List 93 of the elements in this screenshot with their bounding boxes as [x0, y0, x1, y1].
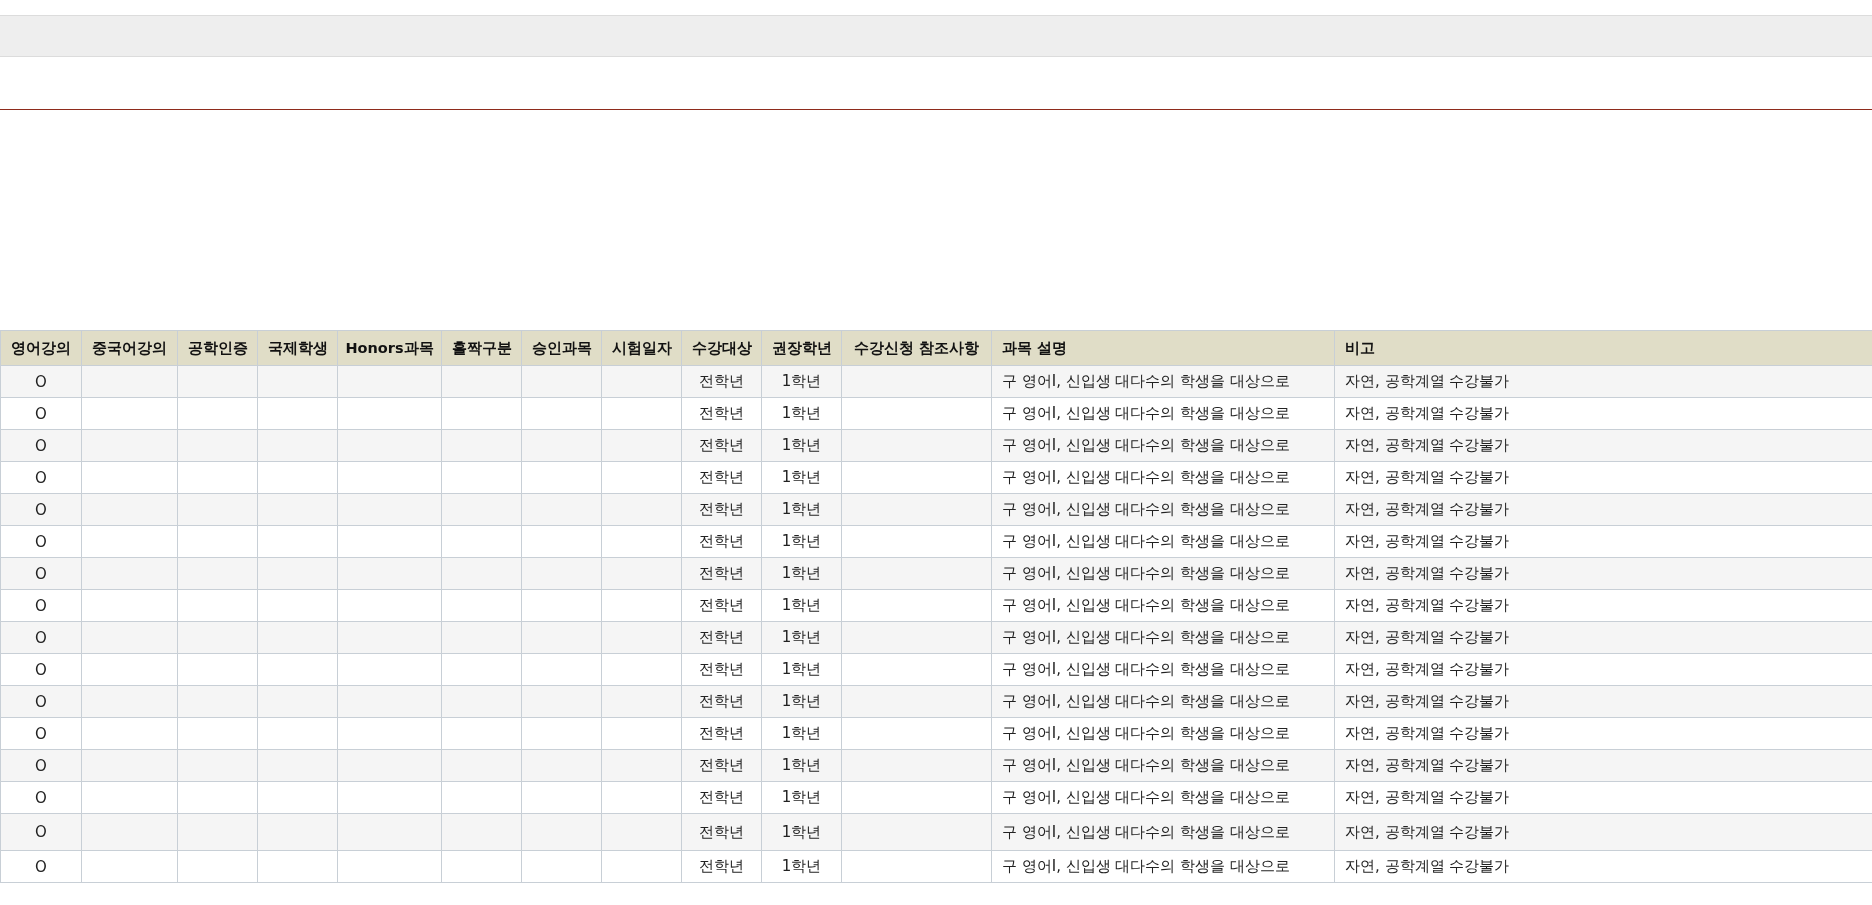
- table-cell: 구 영어I, 신입생 대다수의 학생을 대상으로: [1002, 468, 1291, 486]
- table-cell: 전학년: [699, 822, 744, 841]
- table-cell: 구 영어I, 신입생 대다수의 학생을 대상으로: [1002, 788, 1291, 806]
- table-cell: 자연, 공학계열 수강불가: [1345, 822, 1510, 841]
- table-cell: O: [35, 628, 47, 647]
- table-cell: 전학년: [699, 660, 744, 678]
- table-cell: 1학년: [781, 436, 822, 454]
- table-cell: 자연, 공학계열 수강불가: [1345, 628, 1510, 646]
- column-header: 홀짝구분: [441, 330, 522, 366]
- table-cell: O: [35, 788, 47, 807]
- table-cell: O: [35, 756, 47, 775]
- table-cell: 1학년: [781, 692, 822, 710]
- table-cell: 구 영어I, 신입생 대다수의 학생을 대상으로: [1002, 372, 1291, 390]
- table-cell: O: [35, 823, 47, 841]
- table-cell: 구 영어I, 신입생 대다수의 학생을 대상으로: [1002, 500, 1291, 518]
- table-cell: 1학년: [781, 756, 822, 774]
- table-cell: 전학년: [699, 468, 744, 486]
- table-cell: 자연, 공학계열 수강불가: [1345, 596, 1510, 614]
- table-cell: 자연, 공학계열 수강불가: [1345, 436, 1510, 454]
- table-cell: O: [35, 468, 47, 487]
- table-cell: 1학년: [781, 372, 822, 390]
- table-cell: 전학년: [699, 372, 744, 390]
- table-cell: 1학년: [781, 500, 822, 518]
- table-cell: 전학년: [699, 692, 744, 710]
- table-cell: 구 영어I, 신입생 대다수의 학생을 대상으로: [1002, 436, 1291, 454]
- table-cell: O: [35, 500, 47, 519]
- table-cell: 구 영어I, 신입생 대다수의 학생을 대상으로: [1002, 404, 1291, 422]
- table-cell: 자연, 공학계열 수강불가: [1345, 692, 1510, 710]
- column-header: 시험일자: [601, 330, 682, 366]
- column-header: 비고: [1334, 330, 1872, 366]
- column-header: 과목 설명: [991, 330, 1335, 366]
- table-cell: 전학년: [699, 788, 744, 806]
- table-cell: 자연, 공학계열 수강불가: [1345, 788, 1510, 806]
- table-cell: 1학년: [781, 857, 822, 875]
- column-header: 공학인증: [177, 330, 258, 366]
- column-header: 중국어강의: [81, 330, 178, 366]
- table-cell: 1학년: [781, 532, 822, 550]
- column-header: 국제학생: [257, 330, 338, 366]
- table-cell: 구 영어I, 신입생 대다수의 학생을 대상으로: [1002, 857, 1291, 875]
- table-cell: 자연, 공학계열 수강불가: [1345, 372, 1510, 390]
- table-cell: 전학년: [699, 756, 744, 774]
- table-cell: 1학년: [781, 628, 822, 646]
- table-cell: 자연, 공학계열 수강불가: [1345, 857, 1510, 875]
- table-cell: O: [35, 596, 47, 615]
- table-cell: O: [35, 857, 47, 876]
- table-cell: 구 영어I, 신입생 대다수의 학생을 대상으로: [1002, 692, 1291, 710]
- column-header: 권장학년: [761, 330, 842, 366]
- table-cell: O: [35, 532, 47, 551]
- table-cell: 자연, 공학계열 수강불가: [1345, 756, 1510, 774]
- table-cell: O: [35, 436, 47, 455]
- table-cell: 자연, 공학계열 수강불가: [1345, 660, 1510, 678]
- column-header: 승인과목: [521, 330, 602, 366]
- table-cell: 1학년: [781, 564, 822, 582]
- table-cell: O: [35, 724, 47, 743]
- table-cell: 구 영어I, 신입생 대다수의 학생을 대상으로: [1002, 564, 1291, 582]
- table-cell: 전학년: [699, 532, 744, 550]
- table-cell: 자연, 공학계열 수강불가: [1345, 500, 1510, 518]
- table-cell: O: [35, 372, 47, 391]
- table-cell: 전학년: [699, 404, 744, 422]
- table-cell: 1학년: [781, 822, 822, 841]
- table-cell: O: [35, 404, 47, 423]
- table-cell: 1학년: [781, 468, 822, 486]
- table-cell: 1학년: [781, 660, 822, 678]
- table-cell: 1학년: [781, 724, 822, 742]
- column-header: 수강대상: [681, 330, 762, 366]
- table-cell: 구 영어I, 신입생 대다수의 학생을 대상으로: [1002, 596, 1291, 614]
- table-cell: 전학년: [699, 436, 744, 454]
- table-cell: 전학년: [699, 500, 744, 518]
- table-cell: 구 영어I, 신입생 대다수의 학생을 대상으로: [1002, 822, 1291, 841]
- table-cell: 구 영어I, 신입생 대다수의 학생을 대상으로: [1002, 660, 1291, 678]
- table-cell: 자연, 공학계열 수강불가: [1345, 404, 1510, 422]
- table-cell: 자연, 공학계열 수강불가: [1345, 532, 1510, 550]
- table-cell: O: [35, 660, 47, 679]
- table-cell: 전학년: [699, 724, 744, 742]
- table-cell: 전학년: [699, 628, 744, 646]
- table-cell: 전학년: [699, 596, 744, 614]
- table-cell: 1학년: [781, 596, 822, 614]
- table-cell: O: [35, 692, 47, 711]
- column-header: 수강신청 참조사항: [841, 330, 992, 366]
- column-header: 영어강의: [0, 330, 82, 366]
- table-cell: 전학년: [699, 564, 744, 582]
- column-header: Honors과목: [337, 330, 442, 366]
- table-cell: 구 영어I, 신입생 대다수의 학생을 대상으로: [1002, 532, 1291, 550]
- table-cell: 1학년: [781, 404, 822, 422]
- table-cell: 1학년: [781, 788, 822, 806]
- table-cell: O: [35, 564, 47, 583]
- table-cell: 자연, 공학계열 수강불가: [1345, 564, 1510, 582]
- table-cell: 구 영어I, 신입생 대다수의 학생을 대상으로: [1002, 724, 1291, 742]
- table-cell: 전학년: [699, 857, 744, 875]
- table-cell: 자연, 공학계열 수강불가: [1345, 468, 1510, 486]
- table-cell: 구 영어I, 신입생 대다수의 학생을 대상으로: [1002, 756, 1291, 774]
- table-cell: 자연, 공학계열 수강불가: [1345, 724, 1510, 742]
- table-cell: 구 영어I, 신입생 대다수의 학생을 대상으로: [1002, 628, 1291, 646]
